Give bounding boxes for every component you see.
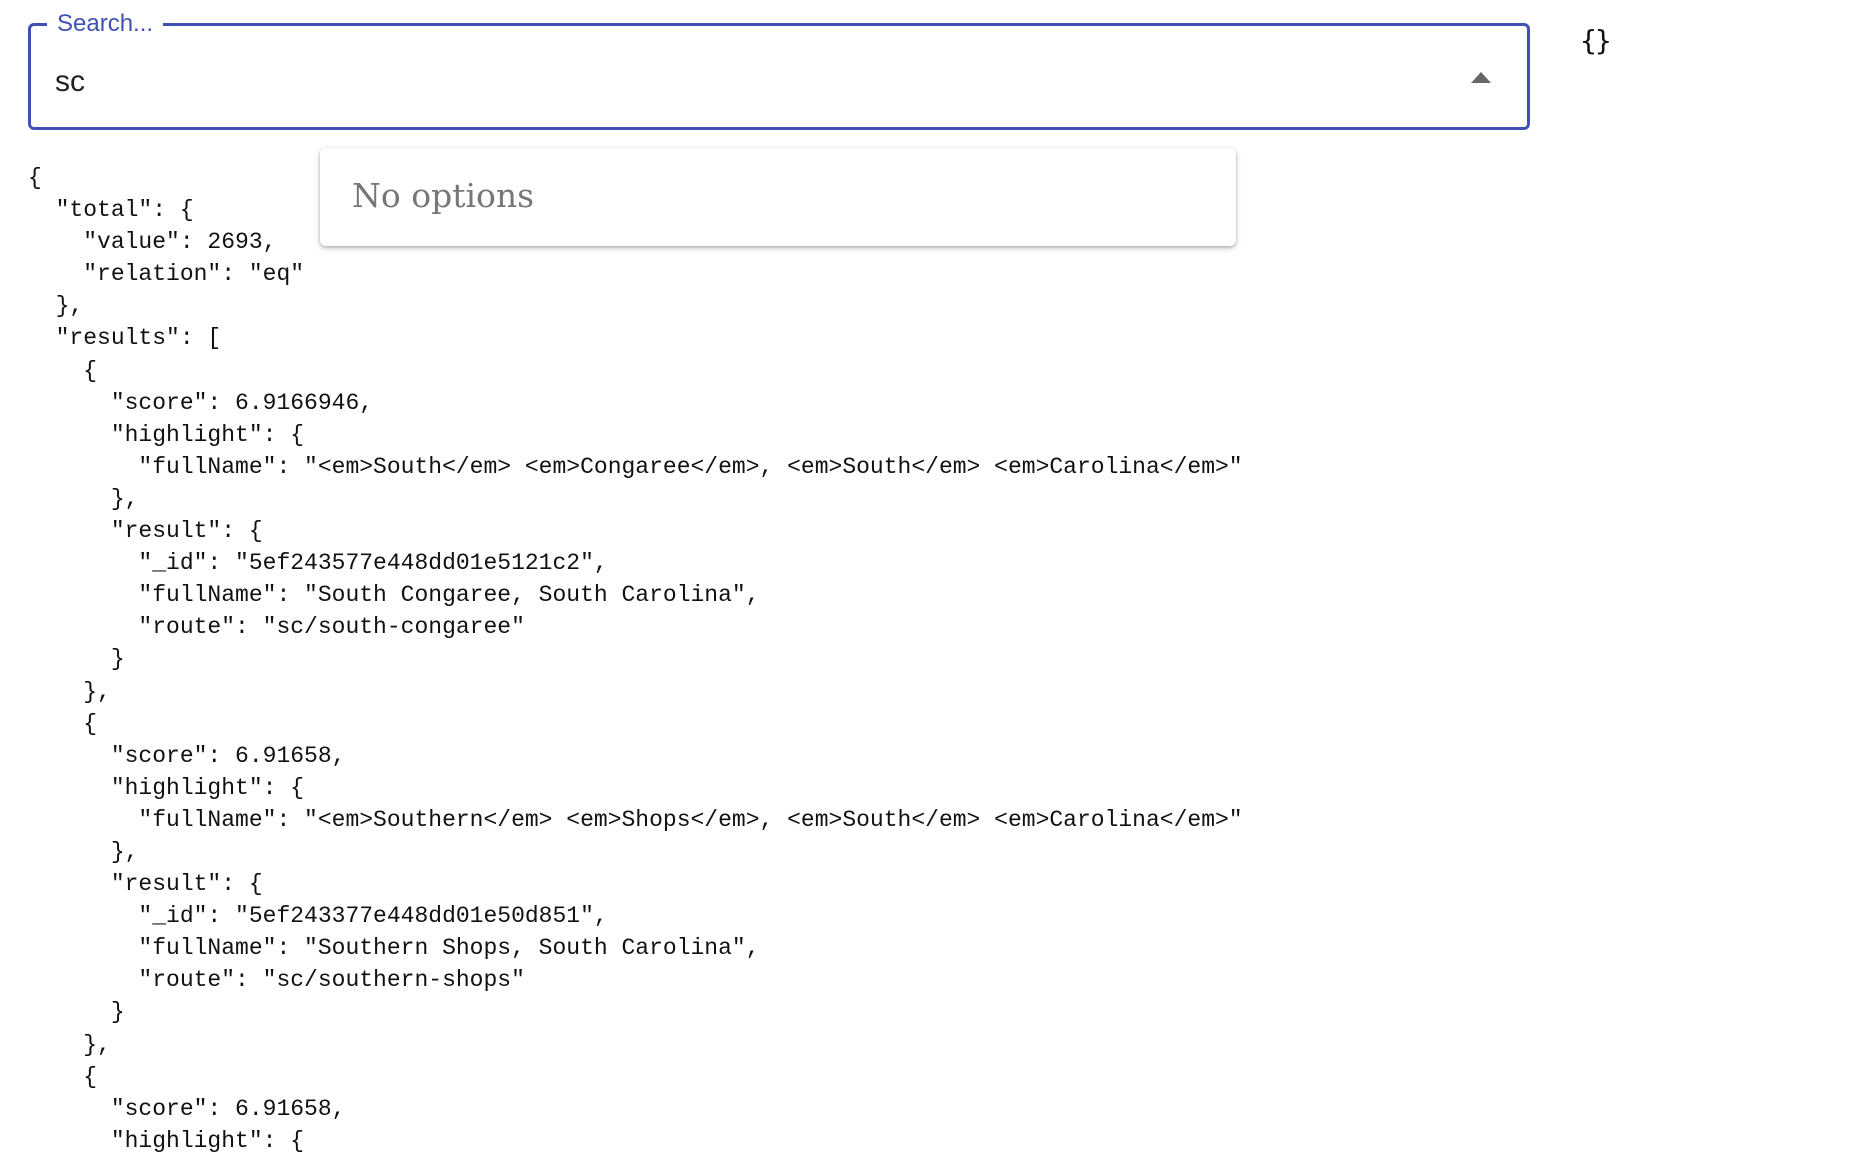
json-output: { "total": { "value": 2693, "relation": …	[28, 165, 1243, 1154]
search-label: Search...	[47, 10, 164, 38]
search-input[interactable]	[55, 62, 1435, 102]
state-display: {}	[1580, 24, 1612, 57]
caret-up-icon[interactable]	[1471, 72, 1491, 83]
search-autocomplete[interactable]: Search...	[28, 10, 1530, 130]
